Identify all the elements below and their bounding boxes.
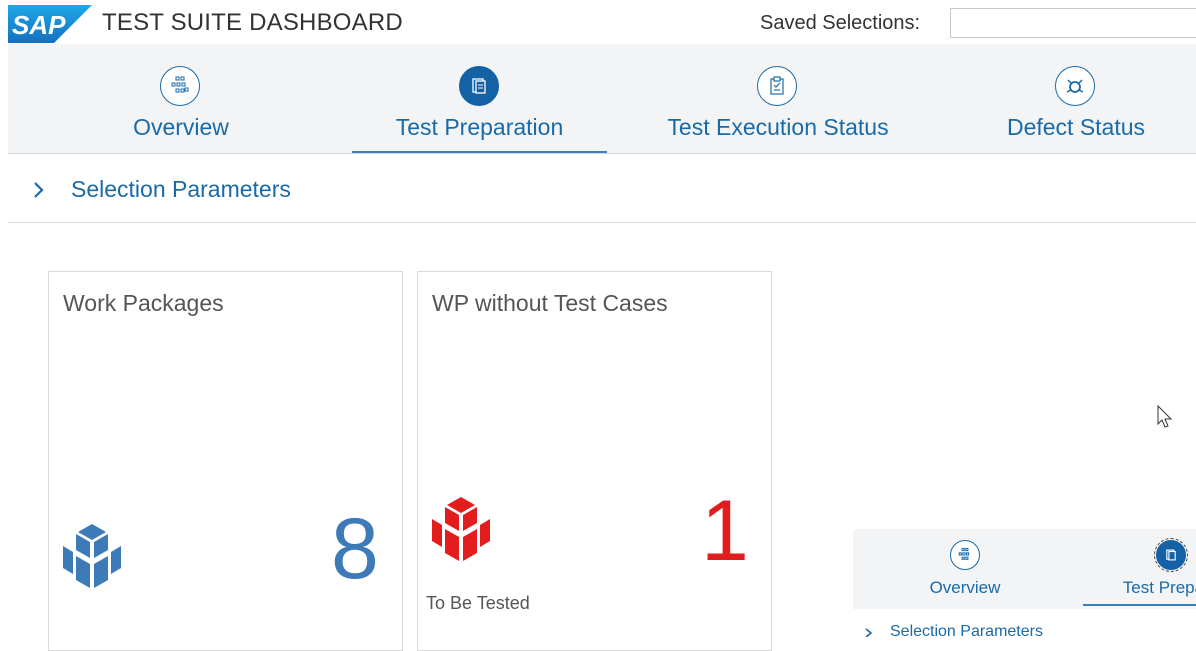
thumb-tab-overview[interactable]: Overview — [877, 529, 1053, 607]
overview-icon — [160, 66, 200, 106]
cube-icon — [432, 497, 490, 561]
thumb-selection-label[interactable]: Selection Parameters — [890, 623, 1043, 637]
thumb-tab-test-preparation[interactable]: Test Prepara — [1083, 529, 1196, 607]
clipboard-icon — [757, 66, 797, 106]
card-value: 8 — [331, 501, 379, 597]
tab-overview[interactable]: Overview — [53, 44, 309, 154]
test-preparation-icon — [1154, 538, 1188, 572]
saved-selections-label: Saved Selections: — [760, 12, 921, 34]
cube-icon — [63, 524, 121, 588]
tab-test-preparation[interactable]: Test Preparation — [352, 44, 607, 154]
work-packages-card[interactable]: Work Packages 8 — [48, 271, 403, 651]
preview-thumbnail: Overview Test Prepara Selection Paramete… — [853, 529, 1196, 637]
tab-test-preparation-label: Test Preparation — [395, 114, 564, 140]
tab-test-execution-status-label: Test Execution Status — [667, 114, 889, 140]
tab-defect-status[interactable]: Defect Status — [948, 44, 1196, 154]
thumb-tab-overview-label: Overview — [929, 578, 1001, 597]
thumb-tab-test-preparation-label: Test Prepara — [1122, 578, 1196, 597]
thumb-active-tab-indicator — [1083, 604, 1196, 606]
tab-overview-label: Overview — [133, 114, 229, 140]
card-title: WP without Test Cases — [432, 290, 668, 316]
card-subtitle: To Be Tested — [426, 593, 530, 613]
card-title: Work Packages — [63, 290, 224, 316]
chevron-right-icon[interactable] — [32, 180, 46, 200]
logo-text: SAP — [12, 10, 66, 40]
sap-logo[interactable]: SAP — [8, 5, 92, 43]
bug-icon — [1055, 66, 1095, 106]
selection-parameters-label[interactable]: Selection Parameters — [71, 176, 291, 203]
shell-header: SAP TEST SUITE DASHBOARD Saved Selection… — [0, 0, 1196, 44]
tab-bar: Overview Test Preparation Test Execution… — [8, 44, 1196, 154]
overview-icon — [950, 540, 980, 570]
test-preparation-icon — [458, 66, 499, 106]
wp-without-test-cases-card[interactable]: WP without Test Cases 1 To Be Tested — [417, 271, 772, 651]
app-title: TEST SUITE DASHBOARD — [102, 9, 403, 36]
tab-test-execution-status[interactable]: Test Execution Status — [650, 44, 906, 154]
tab-bar-divider — [8, 153, 1196, 154]
mouse-cursor-icon — [1157, 405, 1173, 428]
card-value: 1 — [701, 483, 749, 579]
chevron-right-icon[interactable] — [864, 627, 874, 637]
tab-defect-status-label: Defect Status — [1006, 114, 1146, 140]
selection-parameters-panel[interactable]: Selection Parameters — [8, 162, 1196, 223]
saved-selections-input[interactable] — [950, 8, 1196, 38]
